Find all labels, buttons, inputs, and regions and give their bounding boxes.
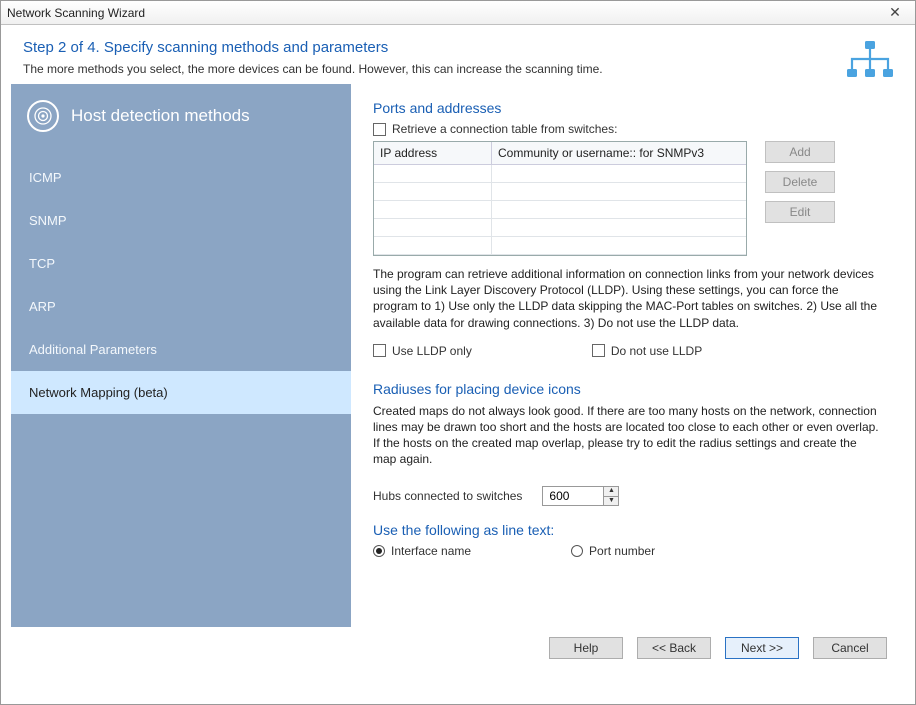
sidebar: Host detection methods ICMP SNMP TCP ARP… (11, 84, 351, 627)
interface-name-label: Interface name (391, 544, 471, 558)
spinner-buttons[interactable]: ▲ ▼ (604, 486, 619, 506)
sidebar-item-label: ARP (29, 299, 56, 314)
window-title: Network Scanning Wizard (7, 6, 145, 20)
spinner-up-icon[interactable]: ▲ (604, 487, 618, 496)
sidebar-item-label: Network Mapping (beta) (29, 385, 168, 400)
table-header-row: IP address Community or username:: for S… (374, 142, 746, 165)
switch-table-row: IP address Community or username:: for S… (373, 141, 883, 256)
radio-icon[interactable] (373, 545, 385, 557)
wizard-footer: Help << Back Next >> Cancel (1, 627, 915, 669)
line-text-radio-group: Interface name Port number (373, 544, 883, 558)
use-lldp-only-checkbox[interactable]: Use LLDP only (373, 344, 472, 358)
port-number-label: Port number (589, 544, 655, 558)
sidebar-item-label: SNMP (29, 213, 67, 228)
use-lldp-only-label: Use LLDP only (392, 344, 472, 358)
table-header-ip: IP address (374, 142, 492, 164)
ports-section-title: Ports and addresses (373, 100, 883, 116)
port-number-radio[interactable]: Port number (571, 544, 655, 558)
sidebar-item-label: TCP (29, 256, 55, 271)
sidebar-item-label: ICMP (29, 170, 62, 185)
table-action-buttons: Add Delete Edit (765, 141, 835, 256)
line-text-section-title: Use the following as line text: (373, 522, 883, 538)
checkbox-icon[interactable] (373, 344, 386, 357)
wizard-header: Step 2 of 4. Specify scanning methods an… (1, 25, 915, 84)
step-title: Step 2 of 4. Specify scanning methods an… (23, 39, 893, 56)
sidebar-title: Host detection methods (71, 106, 250, 126)
do-not-use-lldp-checkbox[interactable]: Do not use LLDP (592, 344, 702, 358)
table-row[interactable] (374, 165, 746, 183)
content-panel: Ports and addresses Retrieve a connectio… (351, 84, 905, 627)
back-button[interactable]: << Back (637, 637, 711, 659)
switch-table[interactable]: IP address Community or username:: for S… (373, 141, 747, 256)
edit-button[interactable]: Edit (765, 201, 835, 223)
table-header-community: Community or username:: for SNMPv3 (492, 142, 746, 164)
sidebar-item-icmp[interactable]: ICMP (11, 156, 351, 199)
lldp-description: The program can retrieve additional info… (373, 266, 883, 331)
sidebar-item-tcp[interactable]: TCP (11, 242, 351, 285)
network-icon (843, 39, 895, 84)
close-icon[interactable]: ✕ (881, 4, 909, 22)
help-button[interactable]: Help (549, 637, 623, 659)
table-row[interactable] (374, 183, 746, 201)
sidebar-item-snmp[interactable]: SNMP (11, 199, 351, 242)
wizard-body: Host detection methods ICMP SNMP TCP ARP… (11, 84, 905, 627)
hubs-input[interactable] (542, 486, 604, 506)
retrieve-checkbox-label: Retrieve a connection table from switche… (392, 122, 617, 136)
delete-button[interactable]: Delete (765, 171, 835, 193)
sidebar-item-network-mapping[interactable]: Network Mapping (beta) (11, 371, 351, 414)
add-button[interactable]: Add (765, 141, 835, 163)
sidebar-heading: Host detection methods (11, 84, 351, 156)
hubs-spinner-row: Hubs connected to switches ▲ ▼ (373, 486, 883, 506)
table-row[interactable] (374, 219, 746, 237)
checkbox-icon[interactable] (592, 344, 605, 357)
titlebar: Network Scanning Wizard ✕ (1, 1, 915, 25)
hubs-spinner[interactable]: ▲ ▼ (542, 486, 619, 506)
retrieve-checkbox-row[interactable]: Retrieve a connection table from switche… (373, 122, 883, 136)
radiuses-section-title: Radiuses for placing device icons (373, 381, 883, 397)
lldp-checkboxes: Use LLDP only Do not use LLDP (373, 339, 883, 363)
sidebar-item-label: Additional Parameters (29, 342, 157, 357)
step-description: The more methods you select, the more de… (23, 62, 893, 76)
radiuses-description: Created maps do not always look good. If… (373, 403, 883, 468)
table-row[interactable] (374, 201, 746, 219)
checkbox-icon[interactable] (373, 123, 386, 136)
do-not-use-lldp-label: Do not use LLDP (611, 344, 702, 358)
interface-name-radio[interactable]: Interface name (373, 544, 471, 558)
spinner-down-icon[interactable]: ▼ (604, 496, 618, 505)
sidebar-item-additional-parameters[interactable]: Additional Parameters (11, 328, 351, 371)
hubs-label: Hubs connected to switches (373, 489, 522, 503)
table-row[interactable] (374, 237, 746, 255)
sidebar-item-arp[interactable]: ARP (11, 285, 351, 328)
radar-icon (27, 100, 59, 132)
radio-icon[interactable] (571, 545, 583, 557)
cancel-button[interactable]: Cancel (813, 637, 887, 659)
next-button[interactable]: Next >> (725, 637, 799, 659)
